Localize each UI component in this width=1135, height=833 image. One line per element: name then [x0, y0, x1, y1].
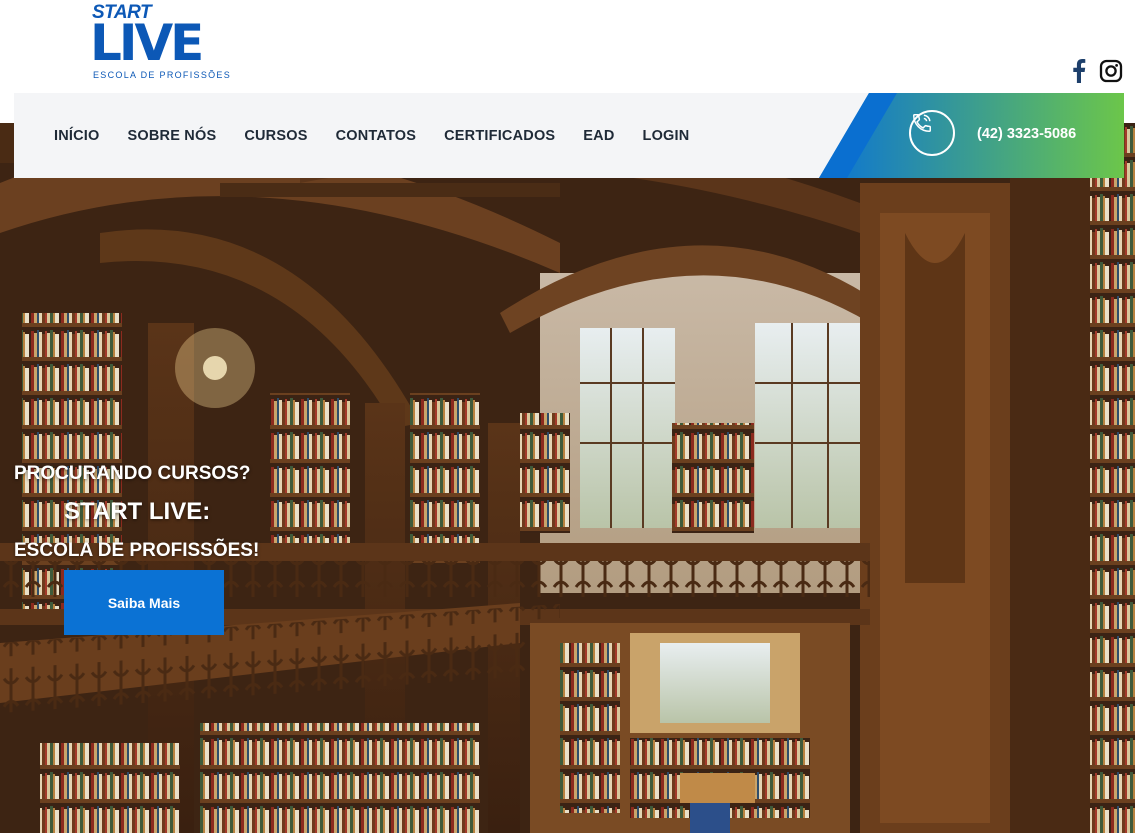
- nav-item-ead[interactable]: EAD: [583, 128, 614, 144]
- hero-headline-3: ESCOLA DE PROFISSÕES!: [14, 540, 260, 561]
- top-header: START LIVE ESCOLA DE PROFISSÕES: [0, 0, 1135, 93]
- social-links: [1067, 58, 1123, 84]
- nav-item-sobre-nos[interactable]: SOBRE NÓS: [128, 128, 217, 144]
- hero-headline-2: START LIVE:: [64, 498, 211, 525]
- nav-item-certificados[interactable]: CERTIFICADOS: [444, 128, 555, 144]
- hero-headline-1: PROCURANDO CURSOS?: [14, 463, 251, 484]
- nav-item-login[interactable]: LOGIN: [643, 128, 690, 144]
- phone-contact-box[interactable]: (42) 3323-5086: [819, 93, 1124, 178]
- instagram-icon[interactable]: [1099, 58, 1123, 84]
- saiba-mais-button[interactable]: Saiba Mais: [64, 570, 224, 635]
- logo-subtitle: ESCOLA DE PROFISSÕES: [93, 70, 232, 80]
- nav-menu: INÍCIO SOBRE NÓS CURSOS CONTATOS CERTIFI…: [54, 93, 689, 178]
- facebook-icon[interactable]: [1067, 58, 1091, 84]
- phone-icon: [909, 110, 955, 156]
- main-navbar: INÍCIO SOBRE NÓS CURSOS CONTATOS CERTIFI…: [14, 93, 1124, 178]
- nav-item-cursos[interactable]: CURSOS: [244, 128, 307, 144]
- logo-live-text: LIVE: [90, 14, 204, 72]
- nav-item-inicio[interactable]: INÍCIO: [54, 128, 100, 144]
- page: START LIVE ESCOLA DE PROFISSÕES INÍCIO S…: [0, 0, 1135, 833]
- brand-logo[interactable]: START LIVE ESCOLA DE PROFISSÕES: [90, 2, 232, 84]
- phone-number[interactable]: (42) 3323-5086: [977, 126, 1076, 142]
- nav-item-contatos[interactable]: CONTATOS: [336, 128, 417, 144]
